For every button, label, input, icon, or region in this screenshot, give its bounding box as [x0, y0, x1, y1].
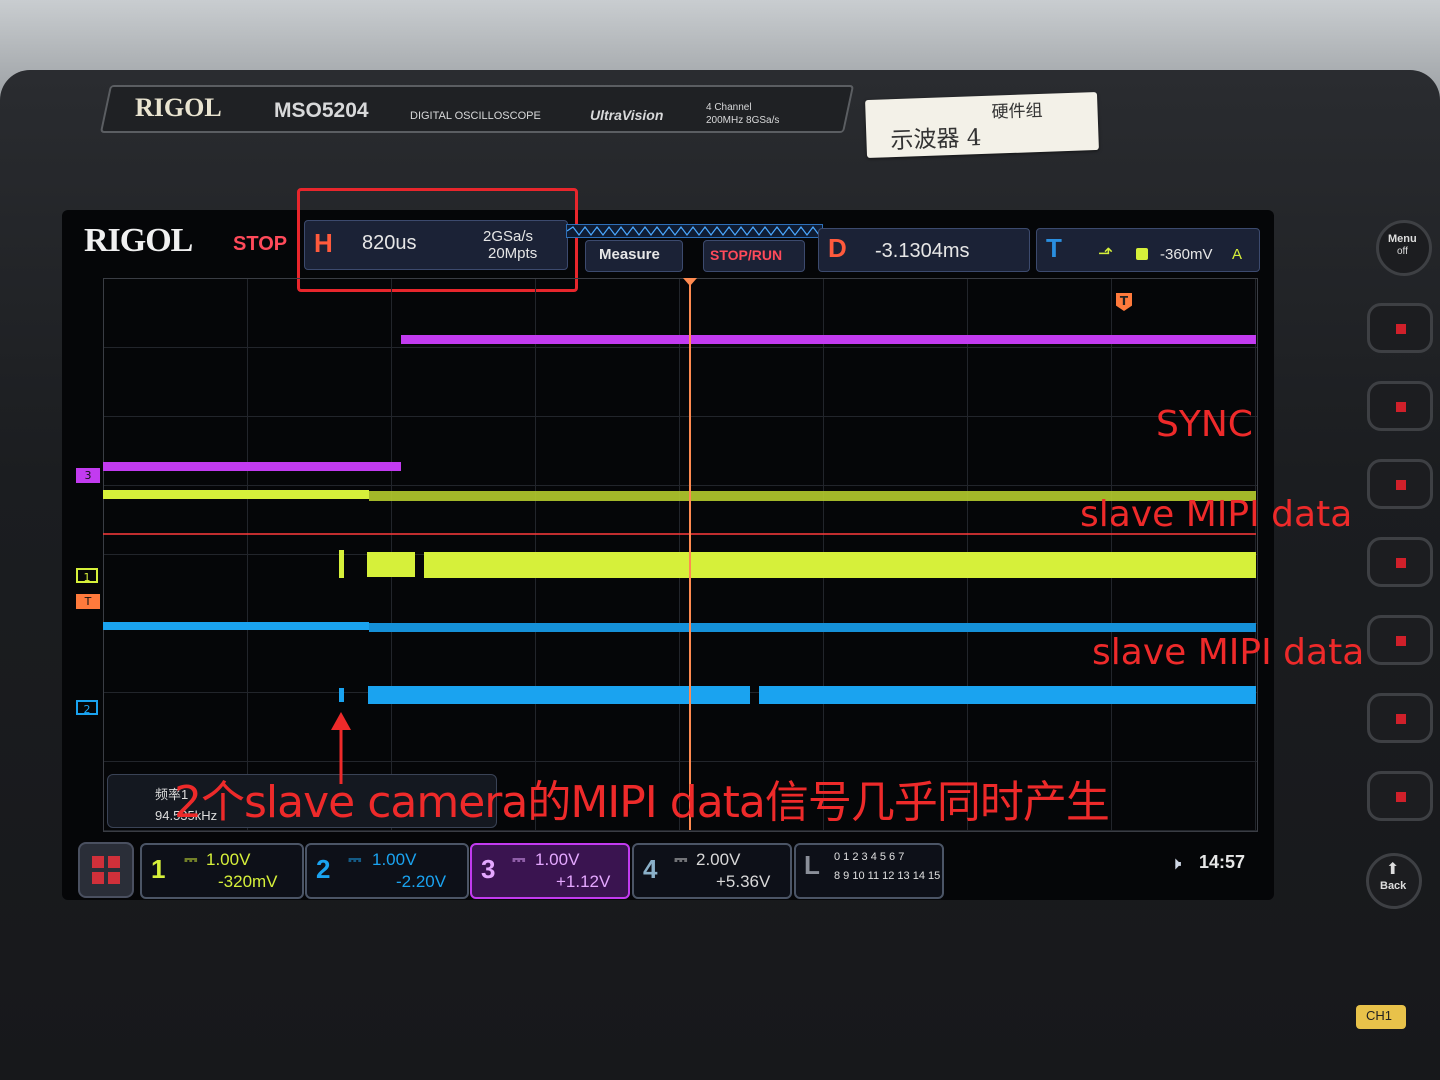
measure-button-label: Measure — [599, 246, 660, 263]
run-state[interactable]: STOP — [233, 233, 287, 256]
back-arrow-icon: ⬆ — [1386, 861, 1400, 878]
sticker-name: 示波器 4 — [890, 125, 982, 155]
softkey-6-indicator — [1396, 714, 1406, 724]
softkey-1-button[interactable] — [1367, 303, 1433, 353]
mipi-annotation-1: slave MIPI data — [1080, 494, 1353, 535]
device-type: DIGITAL OSCILLOSCOPE — [410, 110, 541, 122]
ch4-offset: +5.36V — [716, 872, 771, 891]
spec-channels: 4 Channel — [706, 102, 752, 113]
menu-button-label: Menu — [1388, 233, 1417, 245]
ch2-trace-idle — [103, 622, 369, 630]
delay-value: -3.1304ms — [875, 240, 970, 262]
trigger-level: -360mV — [1160, 246, 1213, 263]
ch3-coupling-icon: ⎓ — [512, 850, 526, 869]
delay-label: D — [828, 233, 847, 263]
ch2-data-band — [759, 686, 1256, 704]
softkey-7-indicator — [1396, 792, 1406, 802]
system-clock: 14:57 — [1199, 852, 1246, 872]
ch2-coupling-icon: ⎓ — [348, 850, 362, 869]
softkey-5-button[interactable] — [1367, 615, 1433, 665]
grid-icon — [92, 856, 104, 868]
navigation-menu-button[interactable] — [78, 842, 134, 898]
ch1-marker[interactable]: 1 — [76, 568, 98, 584]
softkey-3-indicator — [1396, 480, 1406, 490]
highlight-box — [297, 188, 578, 292]
screen-logo: RIGOL — [84, 222, 193, 259]
ch2-data-start — [339, 688, 344, 702]
ultravision-logo: UltraVision — [590, 107, 664, 123]
mipi-annotation-2: slave MIPI data — [1092, 632, 1365, 673]
trigger-panel[interactable] — [1036, 228, 1260, 272]
ch3-offset: +1.12V — [556, 872, 611, 891]
trigger-position-marker — [683, 278, 697, 286]
sticker-group: 硬件组 — [991, 100, 1043, 123]
spec-bandwidth: 200MHz 8GSa/s — [706, 115, 780, 126]
model-name: MSO5204 — [274, 99, 369, 122]
ch1-scale: 1.00V — [206, 850, 251, 869]
grid-icon-cell — [108, 856, 120, 868]
ch3-scale: 1.00V — [535, 850, 580, 869]
ch2-offset: -2.20V — [396, 872, 447, 891]
brand-logo: RIGOL — [135, 93, 222, 122]
softkey-1-indicator — [1396, 324, 1406, 334]
trigger-level-marker[interactable]: T — [76, 594, 100, 609]
ch1-offset: -320mV — [218, 872, 278, 891]
ch3-trace-high — [401, 335, 1256, 344]
trigger-source-icon — [1136, 248, 1148, 260]
stop-run-button-label: STOP/RUN — [710, 247, 783, 263]
back-button-label: Back — [1380, 880, 1407, 892]
ch4-number: 4 — [643, 854, 658, 884]
sync-annotation: SYNC — [1156, 404, 1253, 445]
softkey-2-button[interactable] — [1367, 381, 1433, 431]
ch1-number: 1 — [151, 854, 166, 884]
trigger-edge-icon: ⬏ — [1098, 243, 1114, 263]
ch1-data-band — [424, 552, 1256, 578]
softkey-2-indicator — [1396, 402, 1406, 412]
softkey-4-button[interactable] — [1367, 537, 1433, 587]
logic-label: L — [804, 850, 820, 880]
ch1-trace-idle — [103, 490, 369, 499]
ch2-number: 2 — [316, 854, 331, 884]
grid-icon-cell — [92, 872, 104, 884]
label-sticker: 硬件组 示波器 4 — [865, 91, 1099, 159]
ch1-data-start — [339, 550, 344, 578]
ch3-trace-low — [103, 462, 401, 471]
grid-icon-cell — [108, 872, 120, 884]
logic-row-2: 8 9 10 11 12 13 14 15 — [834, 870, 941, 882]
menu-button-sublabel: off — [1397, 246, 1408, 257]
ch4-scale: 2.00V — [696, 850, 741, 869]
waveform-traces — [103, 278, 1256, 830]
caption-annotation: 2个slave camera的MIPI data信号几乎同时产生 — [174, 777, 1110, 828]
ch3-number: 3 — [481, 854, 496, 884]
ch2-trace-dense — [369, 623, 1256, 632]
logic-row-1: 0 1 2 3 4 5 6 7 — [834, 851, 905, 863]
ch2-marker[interactable]: 2 — [76, 700, 98, 716]
ch1-data-burst — [367, 552, 415, 577]
waveform-overview — [566, 224, 823, 238]
ch1-coupling-icon: ⎓ — [184, 850, 198, 869]
overview-wave — [567, 226, 820, 236]
ch3-marker[interactable]: 3 — [76, 468, 100, 483]
softkey-5-indicator — [1396, 636, 1406, 646]
trigger-label: T — [1046, 233, 1062, 263]
ch2-data-burst — [368, 686, 750, 704]
softkey-7-button[interactable] — [1367, 771, 1433, 821]
ch1-input-text: CH1 — [1366, 1008, 1393, 1023]
speaker-mute-icon[interactable]: 🕨 — [1170, 853, 1181, 874]
ch2-scale: 1.00V — [372, 850, 417, 869]
trigger-mode: A — [1232, 246, 1243, 263]
softkey-4-indicator — [1396, 558, 1406, 568]
ch4-coupling-icon: ⎓ — [674, 850, 688, 869]
softkey-6-button[interactable] — [1367, 693, 1433, 743]
softkey-3-button[interactable] — [1367, 459, 1433, 509]
